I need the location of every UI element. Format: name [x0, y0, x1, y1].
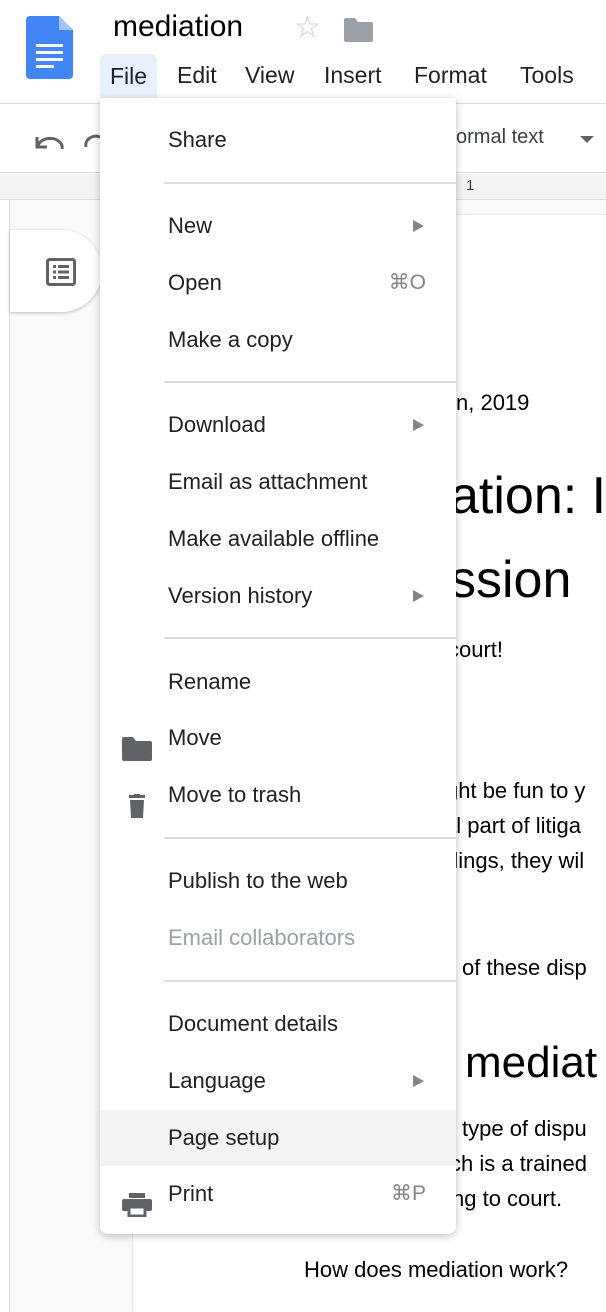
folder-icon[interactable] [344, 18, 373, 42]
menu-item-label: Email collaborators [168, 925, 356, 950]
menu-view[interactable]: View [235, 62, 304, 89]
document-title[interactable]: mediation [113, 10, 243, 44]
menu-item-move[interactable]: Move [100, 710, 456, 766]
document-outline-button[interactable] [10, 230, 102, 312]
shortcut-label: ⌘O [388, 271, 426, 294]
doc-text: How does mediation work? [304, 1257, 569, 1282]
menu-item-publish-to-the-web[interactable]: Publish to the web [100, 853, 456, 909]
doc-text: ch is a trained [450, 1151, 587, 1176]
menu-item-label: Publish to the web [168, 868, 348, 893]
submenu-arrow-icon [413, 590, 424, 602]
submenu-arrow-icon [413, 419, 424, 431]
menu-divider [164, 980, 456, 982]
menu-item-email-as-attachment[interactable]: Email as attachment [100, 454, 456, 510]
undo-icon[interactable] [33, 131, 65, 151]
menu-item-rename[interactable]: Rename [100, 654, 456, 710]
menu-file[interactable]: File [100, 54, 158, 98]
menu-item-label: Email as attachment [168, 469, 368, 494]
menu-divider [164, 837, 456, 839]
menu-item-label: Move to trash [168, 782, 302, 807]
print-icon [122, 1182, 152, 1218]
menu-item-label: Print [168, 1181, 214, 1206]
doc-title: ssion [450, 551, 572, 609]
doc-text: al part of litiga [444, 813, 581, 838]
menu-item-move-to-trash[interactable]: Move to trash [100, 767, 456, 823]
doc-text: ght be fun to y [446, 778, 586, 803]
paragraph-style-select[interactable]: ormal text [456, 126, 544, 149]
menu-divider [164, 381, 456, 383]
menu-item-label: Language [168, 1068, 266, 1093]
menu-item-page-setup[interactable]: Page setup [100, 1110, 456, 1166]
menu-item-label: Make a copy [168, 327, 293, 352]
header: mediation ☆ File Edit View Insert Format… [0, 0, 606, 104]
menu-item-label: Download [168, 412, 266, 437]
menu-item-share[interactable]: Share [100, 112, 456, 168]
outline-icon [46, 258, 76, 286]
doc-text: type of dispu [462, 1116, 587, 1141]
folder-icon [122, 726, 152, 761]
menu-item-label: New [168, 213, 213, 238]
docs-logo-icon[interactable] [26, 16, 73, 79]
menu-insert[interactable]: Insert [314, 62, 392, 89]
menu-item-new[interactable]: New [100, 198, 456, 254]
menu-item-print[interactable]: Print ⌘P [100, 1166, 456, 1222]
menu-divider [164, 637, 456, 639]
doc-title: ation: I [450, 467, 606, 525]
menu-item-label: Make available offline [168, 526, 380, 551]
menu-format[interactable]: Format [404, 62, 497, 89]
menu-item-label: Document details [168, 1011, 338, 1036]
menu-item-document-details[interactable]: Document details [100, 996, 456, 1052]
file-menu: Share New Open ⌘O Make a copy Download Email a… [100, 98, 456, 1234]
menu-item-open[interactable]: Open ⌘O [100, 255, 456, 311]
ruler-mark: 1 [466, 177, 475, 194]
menu-item-make-a-copy[interactable]: Make a copy [100, 312, 456, 368]
doc-text: ng to court. [452, 1186, 563, 1211]
doc-text: court! [448, 637, 504, 662]
vertical-ruler [0, 200, 10, 1312]
shortcut-label: ⌘P [390, 1182, 426, 1205]
menu-item-label: Version history [168, 583, 313, 608]
submenu-arrow-icon [413, 1075, 424, 1087]
doc-text: dings, they wil [446, 848, 585, 873]
menu-item-version-history[interactable]: Version history [100, 568, 456, 624]
star-icon[interactable]: ☆ [294, 10, 321, 45]
menu-item-label: Open [168, 270, 222, 295]
menu-divider [164, 182, 456, 184]
doc-text: n, 2019 [456, 390, 530, 415]
menu-item-email-collaborators[interactable]: Email collaborators [100, 910, 456, 966]
doc-heading: mediat [465, 1038, 598, 1087]
menu-tools[interactable]: Tools [510, 62, 584, 89]
menu-item-download[interactable]: Download [100, 397, 456, 453]
menu-item-language[interactable]: Language [100, 1053, 456, 1109]
menu-edit[interactable]: Edit [167, 62, 227, 89]
menu-item-label: Share [168, 127, 227, 152]
menu-item-label: Page setup [168, 1125, 280, 1150]
trash-icon [122, 783, 152, 818]
menu-item-label: Move [168, 725, 222, 750]
doc-text: of these disp [462, 955, 587, 980]
menu-item-label: Rename [168, 669, 252, 694]
chevron-down-icon[interactable] [580, 136, 594, 143]
submenu-arrow-icon [413, 220, 424, 232]
redo-icon[interactable] [84, 133, 100, 149]
menu-item-make-available-offline[interactable]: Make available offline [100, 511, 456, 567]
